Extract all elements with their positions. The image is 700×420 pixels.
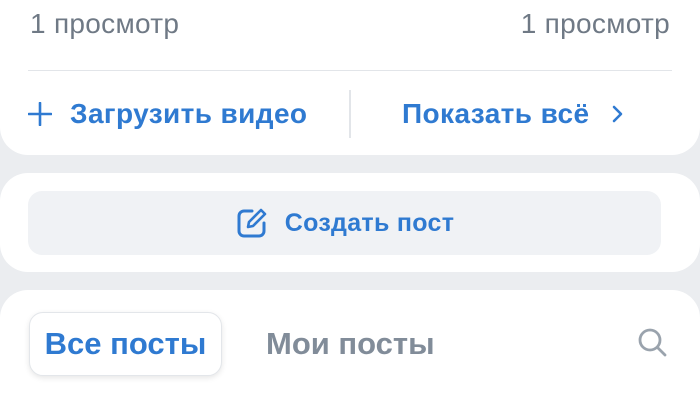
search-icon[interactable] — [636, 326, 670, 360]
chevron-right-icon — [613, 105, 623, 123]
upload-video-button[interactable]: Загрузить видео — [28, 88, 307, 140]
video-section-card: 1 просмотр 1 просмотр Загрузить видео По… — [0, 0, 700, 155]
video-actions: Загрузить видео Показать всё — [0, 88, 700, 140]
show-all-label: Показать всё — [402, 98, 590, 129]
edit-icon — [237, 208, 267, 238]
create-post-card: Создать пост — [0, 173, 700, 272]
tab-all-posts[interactable]: Все посты — [29, 312, 222, 376]
tab-my-posts[interactable]: Мои посты — [266, 312, 435, 376]
plus-icon — [28, 102, 52, 126]
upload-video-label: Загрузить видео — [70, 98, 308, 129]
divider — [28, 70, 672, 71]
vertical-divider — [349, 90, 351, 138]
create-post-button[interactable]: Создать пост — [28, 191, 661, 255]
video-views-left: 1 просмотр — [30, 8, 180, 39]
tab-my-posts-label: Мои посты — [266, 326, 435, 361]
video-views-row: 1 просмотр 1 просмотр — [30, 8, 670, 40]
create-post-label: Создать пост — [284, 208, 455, 237]
show-all-button[interactable]: Показать всё — [402, 88, 625, 140]
video-views-right: 1 просмотр — [520, 8, 670, 39]
posts-tabs-card: Все посты Мои посты — [0, 290, 700, 420]
tab-all-posts-label: Все посты — [44, 326, 207, 361]
